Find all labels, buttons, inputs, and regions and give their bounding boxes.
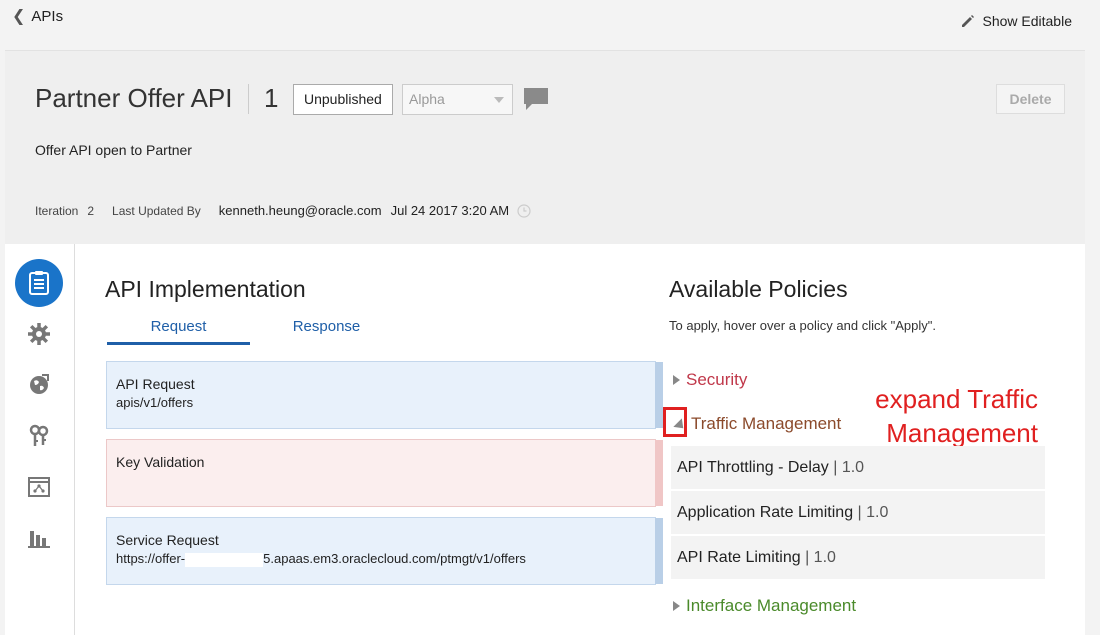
last-updated-date: Jul 24 2017 3:20 AM bbox=[390, 203, 510, 218]
card-title: Service Request bbox=[116, 532, 219, 548]
service-request-card[interactable]: Service Request https://offer- 5.apaas.em… bbox=[106, 517, 663, 585]
last-updated-user: kenneth.heung@oracle.com bbox=[218, 203, 382, 218]
policy-version-separator: | bbox=[857, 504, 867, 521]
gear-icon bbox=[28, 323, 50, 345]
annotation-highlight-box bbox=[663, 407, 687, 437]
card-handle bbox=[655, 362, 663, 428]
nav-item-deployments[interactable] bbox=[15, 361, 63, 409]
stage-select[interactable]: Alpha bbox=[402, 84, 513, 115]
bar-chart-icon bbox=[28, 531, 50, 548]
api-description: Offer API open to Partner bbox=[35, 142, 192, 158]
nav-item-analytics[interactable] bbox=[15, 514, 63, 562]
delete-button[interactable]: Delete bbox=[996, 84, 1065, 114]
expand-triangle-icon bbox=[673, 601, 680, 611]
policy-version-separator: | bbox=[833, 459, 842, 476]
redacted-block bbox=[185, 552, 264, 567]
api-nav-rail bbox=[5, 244, 75, 635]
policies-heading: Available Policies bbox=[669, 276, 848, 302]
show-editable-label: Show Editable bbox=[982, 13, 1072, 29]
expand-triangle-icon bbox=[673, 375, 680, 385]
service-url-suffix: 5.apaas.em3.oraclecloud.com/ptmgt/v1/off… bbox=[263, 551, 526, 566]
key-validation-card[interactable]: Key Validation bbox=[106, 439, 663, 507]
top-bar: ❮ APIs Show Editable bbox=[0, 0, 1100, 48]
annotation-callout: expand Traffic Management bbox=[825, 382, 1038, 450]
policy-version: 1.0 bbox=[841, 459, 865, 476]
card-detail: https://offer- 5.apaas.em3.oraclecloud.co… bbox=[116, 551, 646, 567]
stage-select-value: Alpha bbox=[409, 91, 445, 107]
card-detail: apis/v1/offers bbox=[116, 395, 194, 410]
policy-item-api-throttling[interactable]: API Throttling - Delay | 1.0 bbox=[671, 446, 1045, 489]
pencil-icon bbox=[962, 15, 975, 27]
clipboard-icon bbox=[29, 271, 49, 295]
api-header-panel: Partner Offer API 1 Unpublished Alpha De… bbox=[5, 50, 1085, 244]
policy-name: API Rate Limiting bbox=[677, 549, 801, 566]
state-button[interactable]: Unpublished bbox=[293, 84, 393, 115]
iteration-value: 2 bbox=[87, 203, 95, 218]
show-editable-button[interactable]: Show Editable bbox=[960, 13, 1072, 29]
policy-item-application-rate-limiting[interactable]: Application Rate Limiting | 1.0 bbox=[671, 491, 1045, 534]
implementation-heading: API Implementation bbox=[105, 276, 306, 302]
policy-item-api-rate-limiting[interactable]: API Rate Limiting | 1.0 bbox=[671, 536, 1045, 579]
policy-group-interface[interactable]: Interface Management bbox=[673, 596, 856, 616]
back-label: APIs bbox=[31, 7, 64, 25]
policy-version: 1.0 bbox=[813, 549, 836, 566]
keys-icon bbox=[29, 424, 49, 446]
iteration-label: Iteration bbox=[35, 203, 79, 218]
api-title: Partner Offer API bbox=[35, 83, 233, 113]
policy-name: API Throttling - Delay bbox=[677, 459, 829, 476]
back-to-apis-link[interactable]: ❮ APIs bbox=[12, 6, 63, 26]
last-updated-label: Last Updated By bbox=[112, 203, 201, 218]
nav-item-gateways[interactable] bbox=[15, 463, 63, 511]
annotation-line: expand Traffic bbox=[875, 384, 1038, 414]
comment-icon[interactable] bbox=[523, 87, 549, 111]
clock-icon[interactable] bbox=[517, 203, 531, 218]
api-version: 1 bbox=[264, 83, 279, 113]
policy-version-separator: | bbox=[805, 549, 814, 566]
tab-request[interactable]: Request bbox=[107, 318, 250, 345]
policy-group-traffic[interactable]: Traffic Management bbox=[673, 414, 841, 434]
api-request-card[interactable]: API Request apis/v1/offers bbox=[106, 361, 663, 429]
title-divider bbox=[248, 84, 249, 114]
service-url-prefix: https://offer- bbox=[116, 551, 186, 566]
policy-group-security[interactable]: Security bbox=[673, 370, 747, 390]
policy-name: Application Rate Limiting bbox=[677, 504, 854, 521]
card-title: API Request bbox=[116, 376, 195, 392]
globe-icon bbox=[30, 374, 49, 394]
nav-item-settings[interactable] bbox=[15, 310, 63, 358]
policy-group-label: Traffic Management bbox=[691, 414, 842, 433]
policy-group-label: Interface Management bbox=[686, 596, 857, 615]
chevron-down-icon bbox=[494, 97, 504, 103]
annotation-line: Management bbox=[886, 418, 1038, 448]
chevron-left-icon: ❮ bbox=[12, 8, 26, 25]
api-meta: Iteration 2 Last Updated By kenneth.heun… bbox=[35, 203, 531, 218]
policy-version: 1.0 bbox=[866, 504, 889, 521]
main-content: API Implementation Request Response API … bbox=[5, 244, 1085, 635]
nav-item-implementation[interactable] bbox=[15, 259, 63, 307]
card-handle bbox=[655, 440, 663, 506]
nav-item-grants[interactable] bbox=[15, 412, 63, 460]
policy-group-label: Security bbox=[686, 370, 748, 389]
gateway-icon bbox=[28, 477, 50, 497]
card-handle bbox=[655, 518, 663, 584]
tab-response[interactable]: Response bbox=[255, 318, 398, 335]
policies-hint: To apply, hover over a policy and click … bbox=[669, 318, 936, 333]
card-title: Key Validation bbox=[116, 454, 205, 470]
